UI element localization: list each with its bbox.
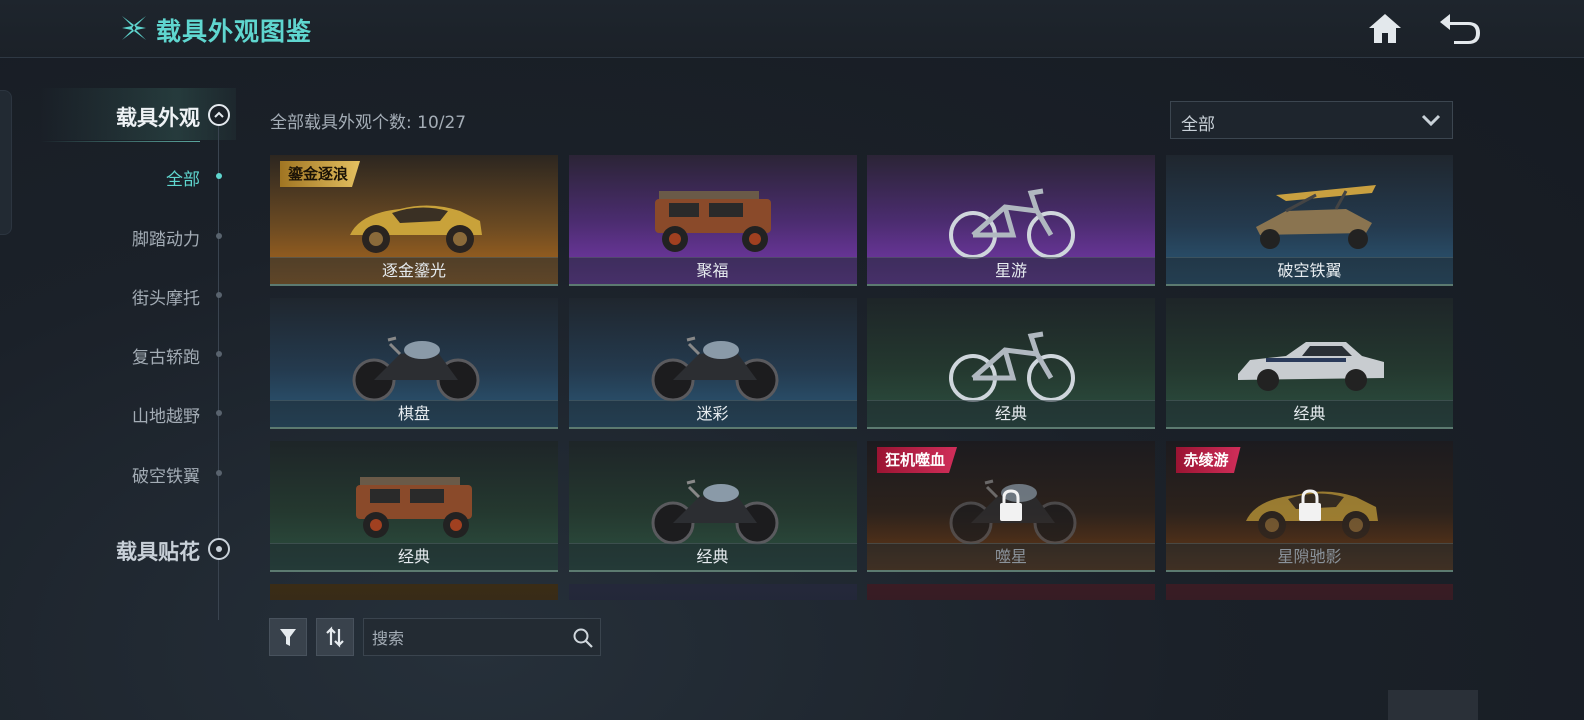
skin-name: 经典 [994, 404, 1027, 423]
skin-name: 星游 [994, 261, 1027, 280]
section-underline [40, 141, 200, 142]
skin-count: 全部载具外观个数: 10/27 [270, 113, 467, 133]
skin-card[interactable]: 经典 [568, 441, 857, 572]
glider-buggy-icon [1226, 177, 1394, 263]
bicycle-icon [927, 320, 1095, 406]
skin-tag-badge: 赤绫游 [1175, 447, 1241, 473]
skin-name: 经典 [397, 547, 430, 566]
skin-card[interactable]: 星游 [867, 155, 1155, 286]
sidebar-dot [216, 233, 222, 239]
skin-tag-badge: 鎏金逐浪 [280, 161, 361, 187]
sports-car-icon [330, 177, 498, 263]
skin-tag-badge: 狂机噬血 [877, 447, 958, 473]
motorcycle-icon [629, 463, 797, 549]
back-arrow-icon[interactable] [1436, 10, 1484, 46]
skin-name: 聚福 [696, 261, 729, 280]
sidebar-section-vehicle-skins[interactable]: 载具外观 [116, 102, 200, 132]
sidebar-dot [216, 292, 222, 298]
skin-card[interactable]: 破空铁翼 [1165, 155, 1453, 286]
top-bar: 载具外观图鉴 [0, 0, 1584, 58]
skin-name: 噬星 [994, 547, 1027, 566]
motorcycle-icon [330, 320, 498, 406]
skin-name: 逐金鎏光 [381, 261, 446, 280]
skin-card[interactable]: 赤绫游星隙驰影 [1165, 441, 1453, 572]
skin-card[interactable] [270, 584, 558, 600]
classic-car-icon [1226, 320, 1394, 406]
jeep-icon [330, 463, 498, 549]
skin-name: 经典 [696, 547, 729, 566]
skin-card[interactable]: 棋盘 [270, 298, 558, 429]
motorcycle-icon [629, 320, 797, 406]
sidebar-item-retro-coupe[interactable]: 复古轿跑 [132, 343, 200, 368]
chevron-down-icon [1421, 114, 1441, 127]
dropdown-selected-value: 全部 [1181, 115, 1215, 135]
skin-card[interactable]: 经典 [867, 298, 1155, 429]
chevron-up-icon[interactable] [208, 104, 230, 126]
search-box [363, 618, 601, 656]
skin-card[interactable]: 聚福 [568, 155, 857, 286]
skin-name: 迷彩 [696, 404, 729, 423]
skin-grid: 鎏金逐浪 逐金鎏光 聚福 星游 破空铁翼 棋盘 迷彩 经典 经典 经典 经典 狂机噬血 噬星 赤绫游 星隙驰… [270, 155, 1453, 600]
skin-card[interactable]: 经典 [1165, 298, 1453, 429]
jeep-icon [629, 177, 797, 263]
sidebar-item-pedal-power[interactable]: 脚踏动力 [132, 225, 200, 250]
sidebar-dot [216, 351, 222, 357]
radio-dot-icon[interactable] [208, 538, 230, 560]
search-input[interactable] [372, 626, 562, 650]
home-icon[interactable] [1366, 10, 1404, 46]
lock-icon [1296, 489, 1324, 523]
sort-button[interactable] [316, 618, 354, 656]
filter-button[interactable] [269, 618, 307, 656]
sidebar-item-street-moto[interactable]: 街头摩托 [132, 284, 200, 309]
skin-name: 经典 [1293, 404, 1326, 423]
corner-panel [1388, 690, 1478, 720]
skin-card[interactable] [867, 584, 1155, 600]
skin-name: 棋盘 [397, 404, 430, 423]
skin-name: 破空铁翼 [1277, 261, 1342, 280]
sidebar-item-offroad[interactable]: 山地越野 [132, 402, 200, 427]
sort-icon [326, 626, 344, 648]
skin-card[interactable] [1165, 584, 1453, 600]
skin-name: 星隙驰影 [1277, 547, 1342, 566]
skin-card[interactable]: 狂机噬血噬星 [867, 441, 1155, 572]
skin-card[interactable]: 经典 [270, 441, 558, 572]
star-logo-icon [122, 16, 146, 40]
search-icon[interactable] [572, 627, 594, 649]
skin-card[interactable]: 鎏金逐浪逐金鎏光 [270, 155, 558, 286]
sidebar-section-decals[interactable]: 载具贴花 [116, 536, 200, 566]
page-title: 载具外观图鉴 [156, 17, 313, 46]
sidebar-item-all[interactable]: 全部 [166, 165, 200, 190]
sidebar: 载具外观 全部 脚踏动力 街头摩托 复古轿跑 山地越野 破空铁翼 载具贴花 [0, 80, 240, 640]
sidebar-dot-all [216, 173, 222, 179]
skin-card[interactable] [568, 584, 857, 600]
sidebar-dot [216, 410, 222, 416]
lock-icon [997, 489, 1025, 523]
sidebar-dot [216, 470, 222, 476]
sidebar-item-glider[interactable]: 破空铁翼 [132, 462, 200, 487]
filter-icon [280, 629, 296, 646]
bicycle-icon [927, 177, 1095, 263]
skin-card[interactable]: 迷彩 [568, 298, 857, 429]
category-dropdown[interactable]: 全部 [1170, 101, 1453, 139]
